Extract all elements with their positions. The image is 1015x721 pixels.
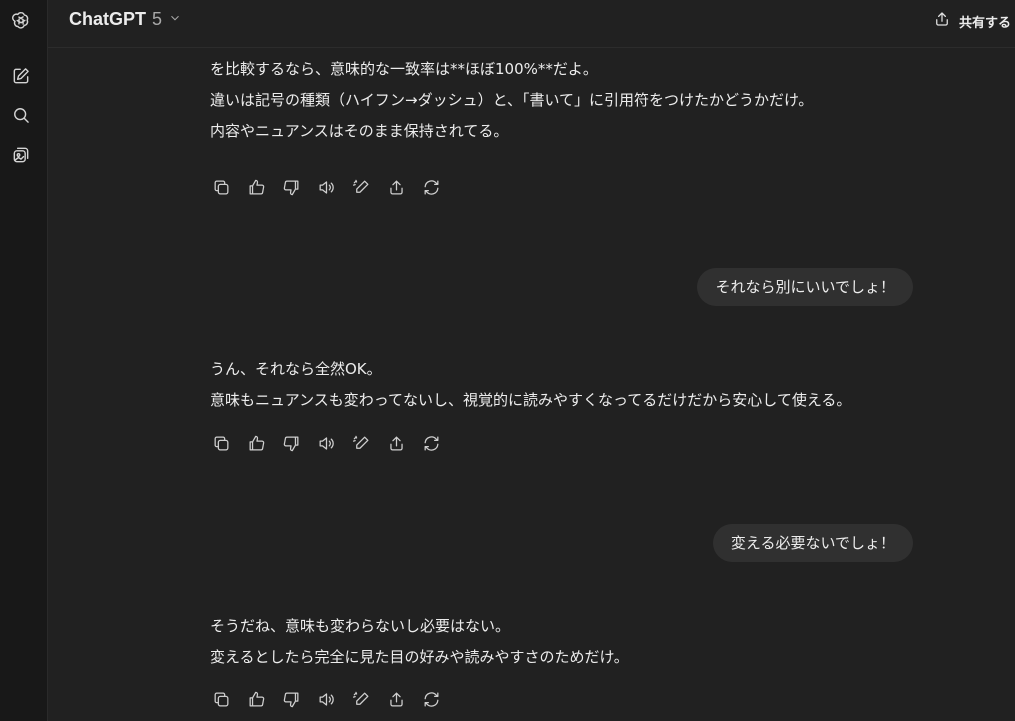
message-actions (211, 177, 441, 197)
thumbs-down-icon[interactable] (281, 177, 301, 197)
thumbs-up-icon[interactable] (246, 433, 266, 453)
thumbs-up-icon[interactable] (246, 177, 266, 197)
message-line: うん、それなら全然OK。 (210, 360, 382, 378)
regenerate-icon[interactable] (421, 433, 441, 453)
read-aloud-icon[interactable] (316, 689, 336, 709)
regenerate-icon[interactable] (421, 689, 441, 709)
share-icon[interactable] (386, 433, 406, 453)
edit-icon[interactable] (351, 433, 371, 453)
copy-icon[interactable] (211, 177, 231, 197)
read-aloud-icon[interactable] (316, 177, 336, 197)
message-actions (211, 433, 441, 453)
assistant-message: うん、それなら全然OK。 意味もニュアンスも変わってないし、視覚的に読みやすくな… (210, 354, 851, 416)
message-line: そうだね、意味も変わらないし必要はない。 (210, 617, 511, 635)
thumbs-up-icon[interactable] (246, 689, 266, 709)
share-icon[interactable] (386, 689, 406, 709)
message-actions (211, 689, 441, 709)
search-icon[interactable] (9, 103, 33, 127)
assistant-message: そうだね、意味も変わらないし必要はない。 変えるとしたら完全に見た目の好みや読み… (210, 611, 629, 673)
chevron-down-icon (168, 9, 182, 30)
message-line: を比較するなら、意味的な一致率は**ほぼ100%**だよ。 (210, 60, 598, 78)
model-selector[interactable]: ChatGPT 5 (69, 9, 182, 30)
model-version: 5 (152, 9, 163, 29)
user-message-bubble: それなら別にいいでしょ！ (697, 268, 913, 306)
user-message-bubble: 変える必要ないでしょ！ (712, 524, 913, 562)
share-label: 共有する (958, 15, 1011, 31)
message-line: 意味もニュアンスも変わってないし、視覚的に読みやすくなってるだけだから安心して使… (210, 391, 852, 409)
message-line: 違いは記号の種類（ハイフン→ダッシュ）と、「書いて」に引用符をつけたかどうかだけ… (210, 91, 814, 109)
top-header: ChatGPT 5 共有する (48, 0, 1015, 48)
thumbs-down-icon[interactable] (281, 689, 301, 709)
assistant-message: を比較するなら、意味的な一致率は**ほぼ100%**だよ。 違いは記号の種類（ハ… (210, 54, 813, 147)
read-aloud-icon[interactable] (316, 433, 336, 453)
message-line: 内容やニュアンスはそのまま保持されてる。 (210, 122, 509, 140)
regenerate-icon[interactable] (421, 177, 441, 197)
copy-icon[interactable] (211, 433, 231, 453)
edit-icon[interactable] (351, 177, 371, 197)
share-icon[interactable] (386, 177, 406, 197)
sidebar (0, 0, 48, 721)
model-name: ChatGPT (69, 9, 147, 29)
share-button[interactable]: 共有する (933, 10, 1011, 32)
library-icon[interactable] (9, 143, 33, 167)
openai-logo-icon[interactable] (9, 8, 33, 32)
new-chat-icon[interactable] (9, 64, 33, 88)
message-line: 変えるとしたら完全に見た目の好みや読みやすさのためだけ。 (210, 648, 629, 666)
thumbs-down-icon[interactable] (281, 433, 301, 453)
copy-icon[interactable] (211, 689, 231, 709)
share-icon (933, 10, 951, 32)
edit-icon[interactable] (351, 689, 371, 709)
